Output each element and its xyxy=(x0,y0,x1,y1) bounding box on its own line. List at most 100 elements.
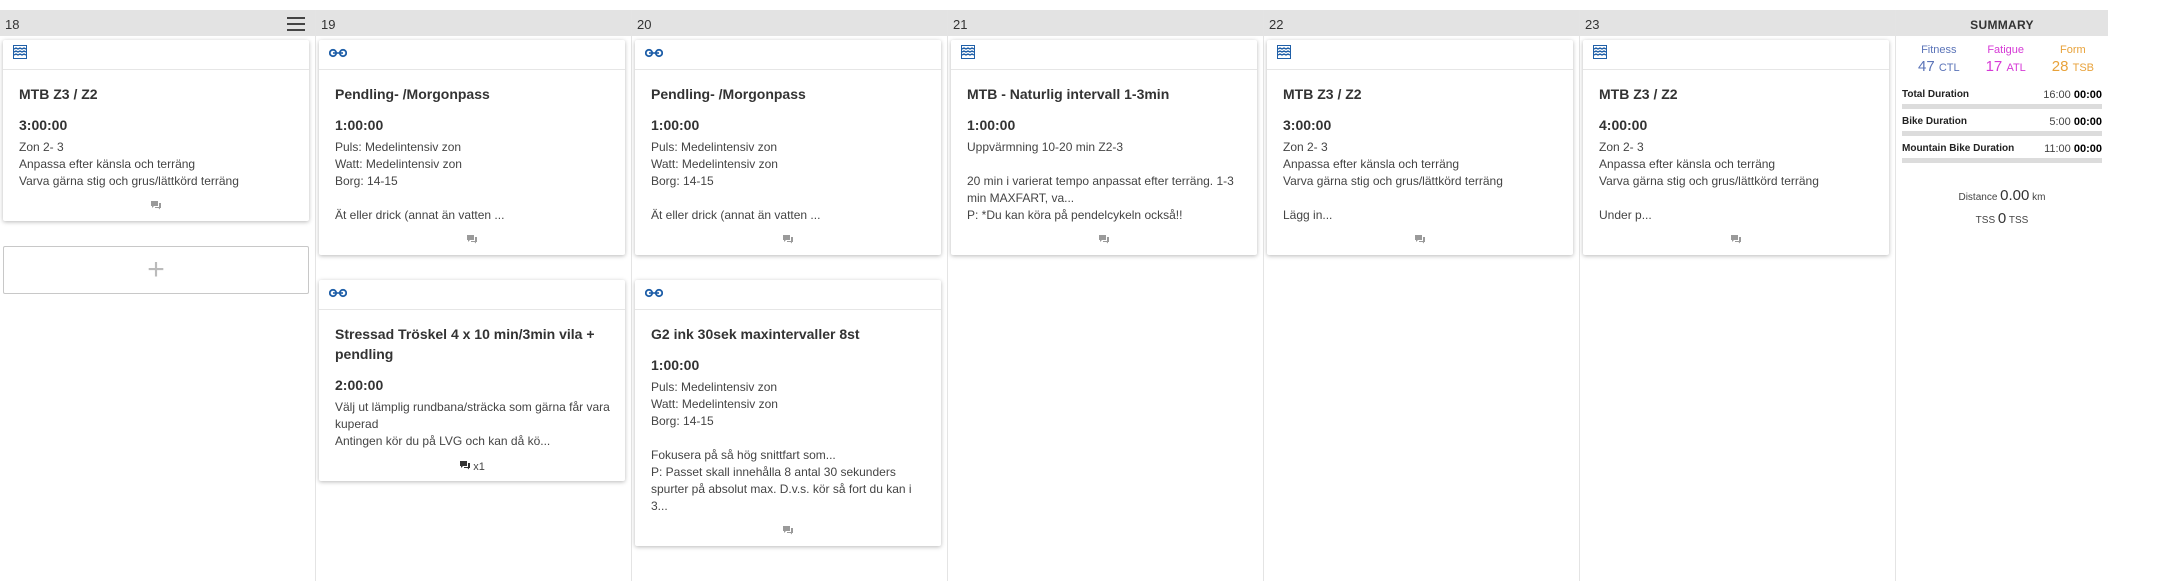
plus-icon: + xyxy=(147,253,165,286)
day-header: 20 xyxy=(632,10,947,36)
completed-duration: 00:00 xyxy=(2073,89,2102,101)
duration-progress-bar xyxy=(1902,131,2102,136)
comment-icon[interactable] xyxy=(782,525,794,538)
comment-icon[interactable] xyxy=(466,234,478,247)
fitness-unit: CTL xyxy=(1938,62,1960,74)
road-bike-icon xyxy=(328,285,348,302)
distance-unit: km xyxy=(2032,192,2046,203)
planned-duration: 16:00 xyxy=(2043,89,2071,101)
workout-title: Stressad Tröskel 4 x 10 min/3min vila + … xyxy=(335,326,595,362)
day-number: 19 xyxy=(321,17,336,32)
tss-unit: TSS xyxy=(2008,215,2029,226)
day-number: 22 xyxy=(1269,17,1284,32)
day-column-23[interactable]: 23 MTB Z3 / Z2 4:00:00 Zon 2- 3 Anpassa … xyxy=(1580,10,1896,581)
planned-duration: 11:00 xyxy=(2044,143,2071,155)
fatigue-value: 17 xyxy=(1985,58,2003,75)
workout-description: Puls: Medelintensiv zon Watt: Medelinten… xyxy=(651,140,821,222)
workout-card[interactable]: G2 ink 30sek maxintervaller 8st 1:00:00 … xyxy=(635,280,941,546)
workout-title: Pendling- /Morgonpass xyxy=(335,86,490,102)
fatigue-label: Fatigue xyxy=(1987,44,2025,56)
day-header: 18 xyxy=(0,10,315,36)
fatigue-unit: ATL xyxy=(2006,62,2026,74)
distance-value: 0.00 xyxy=(2000,187,2030,204)
fitness-metrics: Fitness 47 CTL Fatigue 17 ATL Form 28 TS… xyxy=(1896,36,2108,75)
workout-card[interactable]: MTB Z3 / Z2 3:00:00 Zon 2- 3 Anpassa eft… xyxy=(3,40,309,221)
summary-title: SUMMARY xyxy=(1896,10,2108,36)
mountain-bike-icon xyxy=(961,45,975,63)
add-workout-button[interactable]: + xyxy=(3,246,309,294)
comment-icon[interactable] xyxy=(782,234,794,247)
road-bike-icon xyxy=(644,45,664,62)
bike-duration-row: Bike Duration 5:00 00:00 xyxy=(1902,116,2102,136)
comment-count: x1 xyxy=(473,460,485,473)
duration-progress-bar xyxy=(1902,158,2102,163)
workout-duration: 3:00:00 xyxy=(1283,117,1332,133)
duration-label: Bike Duration xyxy=(1902,116,1968,127)
planned-duration: 5:00 xyxy=(2049,116,2071,128)
workout-duration: 2:00:00 xyxy=(335,377,384,393)
workout-card[interactable]: Pendling- /Morgonpass 1:00:00 Puls: Mede… xyxy=(319,40,625,255)
day-column-22[interactable]: 22 MTB Z3 / Z2 3:00:00 Zon 2- 3 Anpassa … xyxy=(1264,10,1580,581)
workout-card[interactable]: Pendling- /Morgonpass 1:00:00 Puls: Mede… xyxy=(635,40,941,255)
workout-card[interactable]: MTB Z3 / Z2 4:00:00 Zon 2- 3 Anpassa eft… xyxy=(1583,40,1889,255)
workout-description: Zon 2- 3 Anpassa efter känsla och terrän… xyxy=(1283,140,1503,222)
mountain-bike-icon xyxy=(1593,45,1607,63)
workout-description: Uppvärmning 10-20 min Z2-3 20 min i vari… xyxy=(967,140,1234,222)
tss-label: TSS xyxy=(1975,215,1996,226)
card-footer xyxy=(951,224,1257,255)
day-header: 23 xyxy=(1580,10,1895,36)
duration-label: Mountain Bike Duration xyxy=(1902,143,2015,154)
card-footer xyxy=(319,224,625,255)
workout-description: Puls: Medelintensiv zon Watt: Medelinten… xyxy=(651,380,912,513)
duration-label: Total Duration xyxy=(1902,89,1970,100)
workout-title: MTB Z3 / Z2 xyxy=(1283,86,1362,102)
workout-duration: 1:00:00 xyxy=(967,117,1016,133)
workout-title: MTB Z3 / Z2 xyxy=(19,86,98,102)
fatigue-metric[interactable]: Fatigue 17 ATL xyxy=(1986,44,2026,75)
tss-value: 0 xyxy=(1997,210,2007,227)
total-duration-row: Total Duration 16:00 00:00 xyxy=(1902,89,2102,109)
summary-totals: Distance 0.00 km TSS 0 TSS xyxy=(1896,187,2108,227)
day-column-21[interactable]: 21 MTB - Naturlig intervall 1-3min 1:00:… xyxy=(948,10,1264,581)
menu-icon[interactable] xyxy=(287,17,305,31)
distance-label: Distance xyxy=(1958,192,1998,203)
card-footer xyxy=(3,190,309,221)
distance-total: Distance 0.00 km xyxy=(1896,187,2108,204)
card-footer xyxy=(635,224,941,255)
workout-card[interactable]: Stressad Tröskel 4 x 10 min/3min vila + … xyxy=(319,280,625,481)
road-bike-icon xyxy=(644,285,664,302)
workout-description: Välj ut lämplig rundbana/sträcka som gär… xyxy=(335,400,610,448)
day-number: 18 xyxy=(5,17,20,32)
road-bike-icon xyxy=(328,45,348,62)
comment-icon[interactable] xyxy=(1098,234,1110,247)
form-metric[interactable]: Form 28 TSB xyxy=(2052,44,2094,75)
comment-icon[interactable] xyxy=(1414,234,1426,247)
workout-title: G2 ink 30sek maxintervaller 8st xyxy=(651,326,860,342)
day-column-19[interactable]: 19 Pendling- /Morgonpass 1:00:00 Puls: M… xyxy=(316,10,632,581)
week-summary: SUMMARY Fitness 47 CTL Fatigue 17 ATL Fo… xyxy=(1896,10,2108,581)
day-column-18[interactable]: 18 MTB Z3 / Z2 3:00:00 Zon 2- 3 Anpassa … xyxy=(0,10,316,581)
form-label: Form xyxy=(2060,44,2086,56)
comment-icon[interactable] xyxy=(1730,234,1742,247)
day-header: 19 xyxy=(316,10,631,36)
workout-title: Pendling- /Morgonpass xyxy=(651,86,806,102)
workout-card[interactable]: MTB Z3 / Z2 3:00:00 Zon 2- 3 Anpassa eft… xyxy=(1267,40,1573,255)
comment-icon[interactable] xyxy=(150,200,162,213)
day-number: 23 xyxy=(1585,17,1600,32)
day-number: 21 xyxy=(953,17,968,32)
day-header: 21 xyxy=(948,10,1263,36)
workout-duration: 1:00:00 xyxy=(335,117,384,133)
card-footer xyxy=(1267,224,1573,255)
fitness-metric[interactable]: Fitness 47 CTL xyxy=(1918,44,1960,75)
mountain-bike-duration-row: Mountain Bike Duration 11:00 00:00 xyxy=(1902,143,2102,163)
form-unit: TSB xyxy=(2072,62,2094,74)
workout-description: Zon 2- 3 Anpassa efter känsla och terrän… xyxy=(1599,140,1819,222)
workout-card[interactable]: MTB - Naturlig intervall 1-3min 1:00:00 … xyxy=(951,40,1257,255)
workout-duration: 1:00:00 xyxy=(651,357,700,373)
comment-icon[interactable] xyxy=(459,460,471,473)
day-column-20[interactable]: 20 Pendling- /Morgonpass 1:00:00 Puls: M… xyxy=(632,10,948,581)
workout-title: MTB Z3 / Z2 xyxy=(1599,86,1678,102)
form-value: 28 xyxy=(2051,58,2069,75)
card-footer: x1 xyxy=(319,450,625,481)
fitness-value: 47 xyxy=(1918,58,1935,75)
